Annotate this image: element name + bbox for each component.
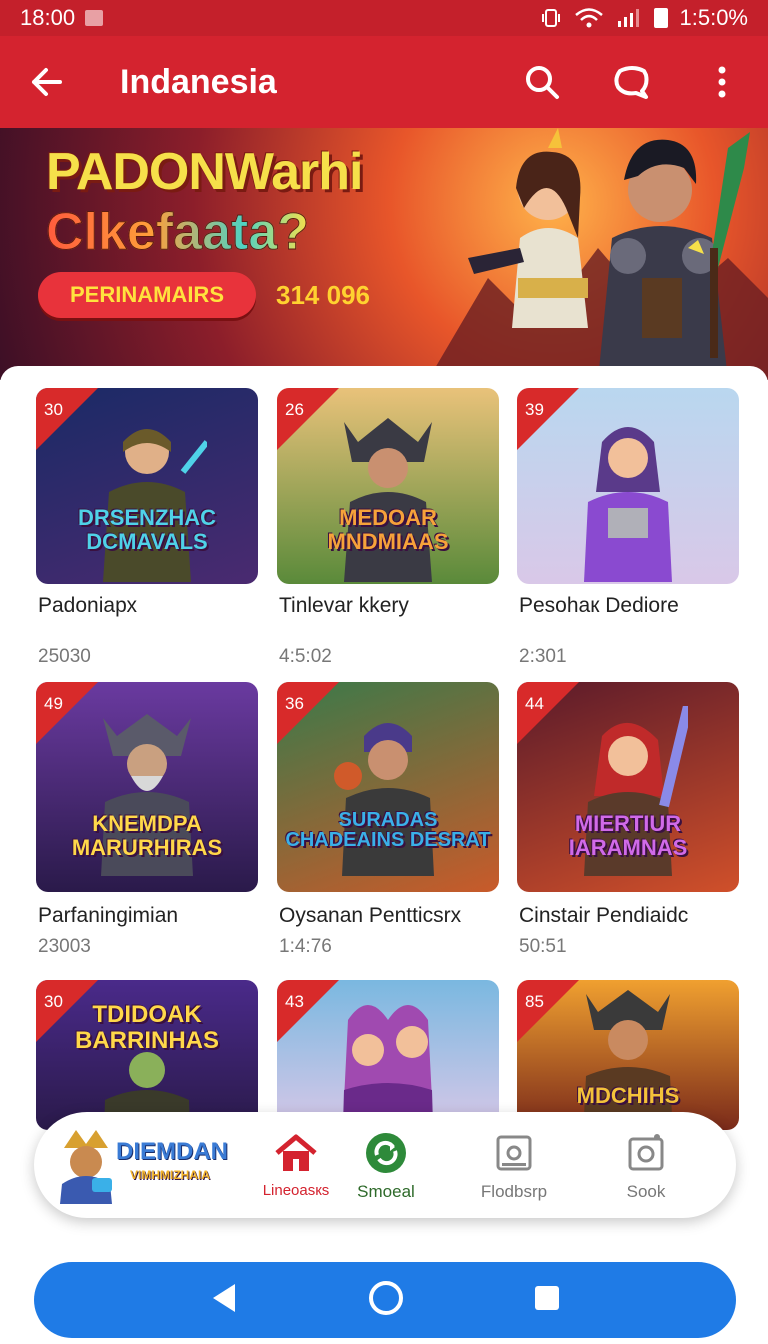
- game-logo: MIERTIUR IARAMNAS: [568, 811, 688, 860]
- hero-figure: [583, 990, 673, 1130]
- game-logo: MDCHIHS: [576, 1083, 680, 1108]
- banner-headline: PADONWarhi: [46, 143, 363, 201]
- game-title: Padoniaрх: [38, 594, 138, 617]
- game-thumbnail: MEDOAR MNDMIAAS 26: [277, 388, 499, 584]
- chat-icon: [614, 66, 649, 99]
- square-recents-icon: [535, 1285, 560, 1310]
- game-thumbnail: TDIDOAK BARRINHAS 30: [36, 980, 258, 1130]
- banner-count: 314 096: [276, 280, 370, 310]
- search-button[interactable]: [520, 60, 564, 104]
- clock: 18:00: [20, 5, 76, 30]
- game-logo: TDIDOAK BARRINHAS: [75, 1001, 219, 1054]
- arrow-left-icon: [32, 68, 62, 96]
- game-thumbnail: 43: [277, 980, 499, 1130]
- hero-figure: [344, 418, 432, 582]
- game-card[interactable]: SURADAS CHADEAINS DESRAT 36 Oysanan Pent…: [277, 682, 499, 962]
- game-thumbnail: SURADAS CHADEAINS DESRAT 36: [277, 682, 499, 892]
- brand-subtitle: VIMHMIZHAIA: [130, 1168, 210, 1182]
- game-card[interactable]: 39 Pesohак Dediore 2:301: [517, 388, 739, 667]
- game-card[interactable]: MIERTIUR IARAMNAS 44 Cinstair Pendiaidc …: [517, 682, 739, 962]
- more-menu-button[interactable]: [700, 60, 744, 104]
- game-card[interactable]: MEDOAR MNDMIAAS 26 Tinlevar kkery 4:5:02: [277, 388, 499, 667]
- game-meta: 50:51: [519, 936, 567, 957]
- brand-logo[interactable]: DIEMDAN VIMHMIZHAIA: [56, 1124, 242, 1206]
- banner-cta-button[interactable]: PERINAMAIRS: [38, 272, 256, 318]
- game-title: Cinstair Pendiaidc: [519, 904, 689, 927]
- brand-title: DIEMDAN: [116, 1138, 228, 1165]
- game-card[interactable]: KNEMDPA MARURHIRAS 49 Parfaningimian 230…: [36, 682, 258, 962]
- nav-home-button[interactable]: [368, 1280, 404, 1321]
- signal-icon: [617, 9, 639, 27]
- notification-icon: [85, 10, 104, 26]
- game-card[interactable]: MDCHIHS 85: [517, 980, 739, 1130]
- game-title: Pesohак Dediore: [519, 594, 679, 617]
- nav-recents-button[interactable]: [533, 1284, 561, 1317]
- back-button[interactable]: [24, 60, 68, 104]
- dock-item-frame[interactable]: Flodbsrp: [454, 1130, 574, 1202]
- wifi-icon: [574, 8, 603, 28]
- banner-subheadline: Clkefaata?: [46, 203, 310, 262]
- game-meta: 25030: [38, 646, 91, 667]
- bottom-dock: DIEMDAN VIMHMIZHAIA Lineoasкs Smoeal Flo…: [34, 1112, 736, 1218]
- promo-banner[interactable]: PADONWarhi Clkefaata? PERINAMAIRS 314 09…: [0, 128, 768, 380]
- mascot-icon: [60, 1130, 112, 1204]
- game-thumbnail: DRSENZHAC DCMAVALS 30: [36, 388, 258, 584]
- game-thumbnail: 39: [517, 388, 739, 584]
- game-meta: 4:5:02: [279, 646, 332, 667]
- game-title: Tinlevar kkery: [279, 594, 409, 617]
- status-bar: 18:00 1:5:0%: [0, 0, 768, 36]
- game-logo: DRSENZHAC DCMAVALS: [77, 505, 217, 554]
- hero-figure: [103, 429, 207, 582]
- game-card[interactable]: 43: [277, 980, 499, 1130]
- game-title: Parfaningimian: [38, 904, 179, 927]
- game-meta: 1:4:76: [279, 936, 332, 957]
- home-icon: [275, 1134, 317, 1171]
- circle-home-icon: [368, 1280, 403, 1315]
- page-title: Indanesia: [120, 62, 277, 101]
- game-logo: SURADAS CHADEAINS DESRAT: [285, 809, 491, 851]
- game-title: Oysanan Penttiсsrx: [279, 904, 462, 927]
- nav-back-button[interactable]: [209, 1282, 239, 1319]
- battery-icon: [653, 8, 668, 28]
- chat-button[interactable]: [610, 60, 654, 104]
- game-logo: MEDOAR MNDMIAAS: [327, 505, 449, 554]
- game-thumbnail: KNEMDPA MARURHIRAS 49: [36, 682, 258, 892]
- camera-icon: [628, 1134, 664, 1171]
- more-vertical-icon: [718, 66, 726, 98]
- game-card[interactable]: TDIDOAK BARRINHAS 30: [36, 980, 258, 1130]
- battery-level: 1:5:0%: [679, 5, 749, 30]
- dock-item-camera[interactable]: Sook: [586, 1130, 706, 1202]
- vibrate-icon: [541, 9, 560, 27]
- hero-figure: [342, 1005, 434, 1130]
- game-card[interactable]: DRSENZHAC DCMAVALS 30 Padoniaрх 25030: [36, 388, 258, 667]
- dock-item-refresh[interactable]: Smoeal: [326, 1130, 446, 1202]
- game-thumbnail: MDCHIHS 85: [517, 980, 739, 1130]
- hero-figure: [584, 427, 672, 582]
- frame-icon: [496, 1135, 532, 1171]
- game-thumbnail: MIERTIUR IARAMNAS 44: [517, 682, 739, 892]
- refresh-icon: [366, 1133, 406, 1173]
- system-nav-bar: [34, 1262, 736, 1338]
- banner-heroes-illustration: [428, 128, 768, 380]
- game-logo: KNEMDPA MARURHIRAS: [71, 811, 223, 860]
- game-meta: 23003: [38, 936, 91, 957]
- search-icon: [526, 66, 559, 99]
- app-bar: Indanesia: [0, 36, 768, 128]
- game-meta: 2:301: [519, 646, 567, 667]
- triangle-back-icon: [212, 1283, 235, 1312]
